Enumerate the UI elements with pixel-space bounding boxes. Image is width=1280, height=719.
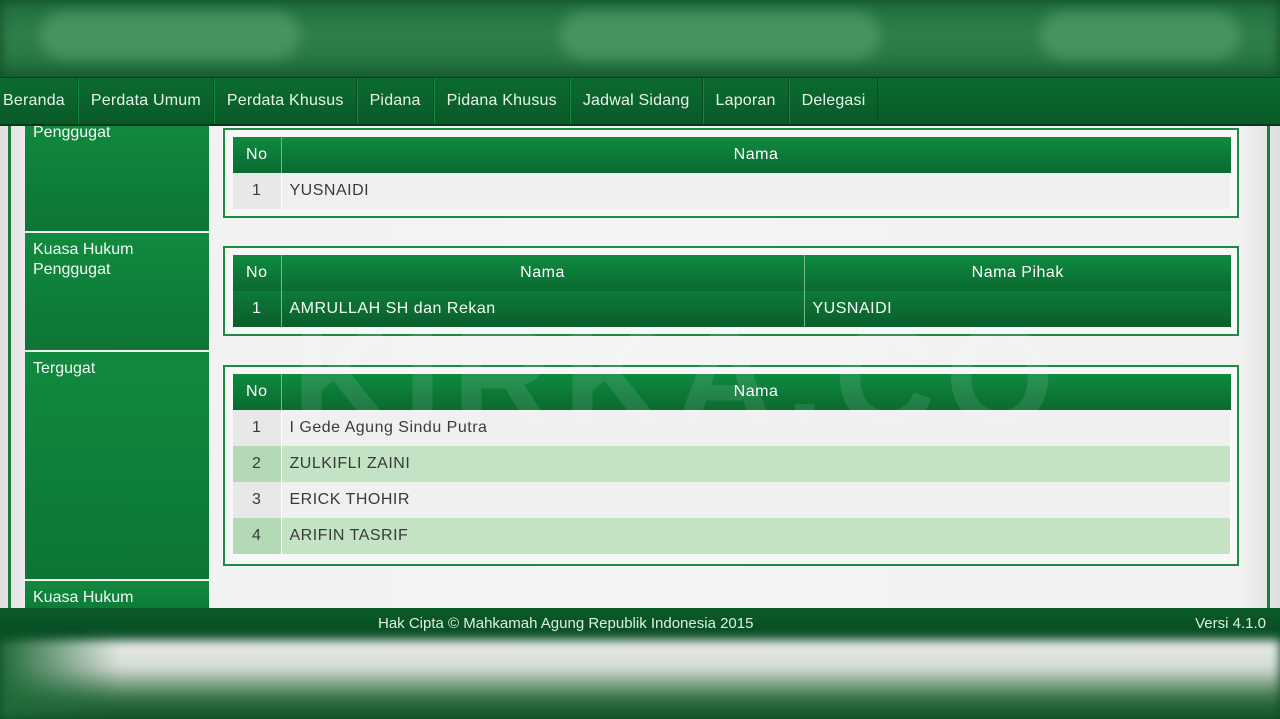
nav-delegasi[interactable]: Delegasi	[788, 78, 879, 124]
row-no: 1	[233, 173, 282, 209]
label-kuasa-tergugat: Kuasa Hukum	[25, 581, 209, 608]
nav-beranda[interactable]: Beranda	[0, 78, 78, 124]
case-parties-content: Penggugat No Nama 1 YUSNAIDI Kuasa Hukum…	[0, 126, 1280, 608]
col-nama: Nama	[281, 255, 805, 291]
label-penggugat: Penggugat	[25, 126, 209, 231]
nav-laporan[interactable]: Laporan	[702, 78, 789, 124]
col-nama-pihak: Nama Pihak	[804, 255, 1231, 291]
label-tergugat: Tergugat	[25, 352, 209, 579]
row-nama: AMRULLAH SH dan Rekan	[281, 291, 805, 327]
row-nama: ARIFIN TASRIF	[281, 518, 1231, 554]
row-nama: I Gede Agung Sindu Putra	[281, 410, 1231, 446]
row-nama: ZULKIFLI ZAINI	[281, 446, 1231, 482]
right-border	[1267, 126, 1270, 608]
table-row: 4 ARIFIN TASRIF	[233, 518, 1231, 554]
table-row: 1 I Gede Agung Sindu Putra	[233, 410, 1231, 446]
main-navbar: Beranda Perdata Umum Perdata Khusus Pida…	[0, 77, 1280, 126]
row-nama: YUSNAIDI	[281, 173, 1231, 209]
col-nama: Nama	[281, 137, 1231, 173]
table-header-row: No Nama Nama Pihak	[233, 255, 1231, 291]
blurred-backdrop-top	[0, 0, 1280, 80]
table-header-row: No Nama	[233, 374, 1231, 410]
table-row: 2 ZULKIFLI ZAINI	[233, 446, 1231, 482]
col-no: No	[233, 374, 282, 410]
nav-perdata-khusus[interactable]: Perdata Khusus	[213, 78, 357, 124]
left-border	[8, 126, 11, 608]
row-nama: ERICK THOHIR	[281, 482, 1231, 518]
label-penggugat-text: Penggugat	[33, 126, 111, 141]
penggugat-table: No Nama 1 YUSNAIDI	[233, 137, 1231, 209]
table-header-row: No Nama	[233, 137, 1231, 173]
table-row: 1 YUSNAIDI	[233, 173, 1231, 209]
table-row: 1 AMRULLAH SH dan Rekan YUSNAIDI	[233, 291, 1231, 327]
row-no: 1	[233, 410, 282, 446]
screen: Beranda Perdata Umum Perdata Khusus Pida…	[0, 0, 1280, 719]
blurred-backdrop-bottom	[0, 640, 1280, 719]
penggugat-panel: No Nama 1 YUSNAIDI	[223, 128, 1239, 218]
kuasa-penggugat-panel: No Nama Nama Pihak 1 AMRULLAH SH dan Rek…	[223, 246, 1239, 336]
row-no: 2	[233, 446, 282, 482]
tergugat-panel: No Nama 1 I Gede Agung Sindu Putra 2 ZUL…	[223, 365, 1239, 566]
label-kuasa-penggugat: Kuasa Hukum Penggugat	[25, 233, 209, 350]
row-no: 3	[233, 482, 282, 518]
footer-copyright: Hak Cipta © Mahkamah Agung Republik Indo…	[378, 615, 754, 632]
kuasa-penggugat-table: No Nama Nama Pihak 1 AMRULLAH SH dan Rek…	[233, 255, 1231, 327]
label-kuasa-tergugat-text: Kuasa Hukum	[33, 589, 134, 606]
footer-version: Versi 4.1.0	[1195, 615, 1266, 632]
col-nama: Nama	[281, 374, 1231, 410]
label-tergugat-text: Tergugat	[33, 360, 96, 377]
nav-pidana[interactable]: Pidana	[356, 78, 434, 124]
nav-pidana-khusus[interactable]: Pidana Khusus	[433, 78, 570, 124]
footer: Hak Cipta © Mahkamah Agung Republik Indo…	[0, 608, 1280, 642]
col-no: No	[233, 255, 282, 291]
nav-jadwal-sidang[interactable]: Jadwal Sidang	[569, 78, 703, 124]
row-nama-pihak: YUSNAIDI	[804, 291, 1231, 327]
nav-perdata-umum[interactable]: Perdata Umum	[77, 78, 214, 124]
row-no: 4	[233, 518, 282, 554]
row-no: 1	[233, 291, 282, 327]
label-kuasa-penggugat-text: Kuasa Hukum Penggugat	[33, 241, 134, 278]
table-row: 3 ERICK THOHIR	[233, 482, 1231, 518]
col-no: No	[233, 137, 282, 173]
tergugat-table: No Nama 1 I Gede Agung Sindu Putra 2 ZUL…	[233, 374, 1231, 554]
